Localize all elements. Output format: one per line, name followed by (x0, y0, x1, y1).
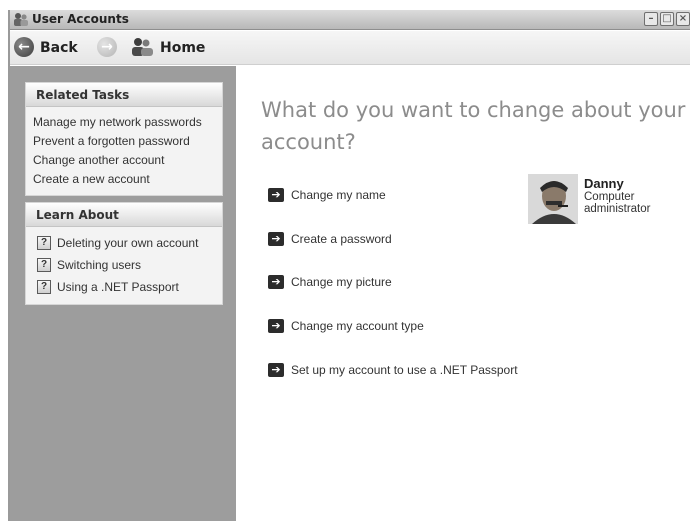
arrow-right-icon: ➔ (268, 188, 284, 202)
task-link-prevent-forgotten-password[interactable]: Prevent a forgotten password (26, 132, 222, 151)
arrow-right-icon: ➔ (268, 319, 284, 333)
help-icon: ? (37, 258, 51, 272)
related-tasks-header[interactable]: Related Tasks (26, 83, 222, 107)
forward-arrow-icon[interactable]: → (97, 37, 117, 57)
title-bar[interactable]: User Accounts – □ × (10, 10, 690, 30)
learn-item-label[interactable]: Deleting your own account (57, 236, 198, 250)
action-label[interactable]: Change my name (291, 187, 386, 203)
account-card: Danny Computer administrator (528, 174, 678, 234)
help-icon: ? (37, 280, 51, 294)
learn-item-net-passport[interactable]: ? Using a .NET Passport (26, 276, 222, 298)
back-label[interactable]: Back (40, 40, 78, 56)
arrow-right-icon: ➔ (268, 232, 284, 246)
learn-item-label[interactable]: Using a .NET Passport (57, 280, 179, 294)
help-icon: ? (37, 236, 51, 250)
close-button[interactable]: × (676, 12, 690, 26)
action-label[interactable]: Change my picture (291, 274, 392, 290)
related-tasks-panel: Related Tasks Manage my network password… (25, 82, 223, 196)
task-sidebar: Related Tasks Manage my network password… (10, 66, 236, 521)
page-title: What do you want to change about your ac… (261, 98, 686, 154)
task-link-manage-passwords[interactable]: Manage my network passwords (26, 113, 222, 132)
user-accounts-icon (14, 13, 28, 26)
avatar (528, 174, 578, 224)
action-label[interactable]: Set up my account to use a .NET Passport (291, 362, 518, 378)
minimize-button[interactable]: – (644, 12, 658, 26)
window-title: User Accounts (32, 12, 129, 26)
task-link-create-new-account[interactable]: Create a new account (26, 170, 222, 189)
arrow-right-icon: ➔ (268, 275, 284, 289)
task-link-change-another-account[interactable]: Change another account (26, 151, 222, 170)
learn-item-switching-users[interactable]: ? Switching users (26, 254, 222, 276)
learn-item-label[interactable]: Switching users (57, 258, 141, 272)
back-arrow-icon[interactable]: ← (14, 37, 34, 57)
main-content: What do you want to change about your ac… (236, 66, 690, 521)
action-label[interactable]: Change my account type (291, 318, 424, 334)
arrow-right-icon: ➔ (268, 363, 284, 377)
account-type: Computer administrator (584, 191, 651, 215)
navigation-toolbar: ← Back → Home (10, 31, 690, 65)
learn-item-deleting-account[interactable]: ? Deleting your own account (26, 232, 222, 254)
account-name: Danny (584, 176, 624, 191)
maximize-button[interactable]: □ (660, 12, 674, 26)
action-label[interactable]: Create a password (291, 231, 392, 247)
user-accounts-home-icon (132, 38, 153, 56)
learn-about-panel: Learn About ? Deleting your own account … (25, 202, 223, 305)
user-accounts-window: User Accounts – □ × ← Back → Home Relate… (8, 10, 690, 521)
home-label[interactable]: Home (160, 40, 205, 56)
learn-about-header[interactable]: Learn About (26, 203, 222, 227)
